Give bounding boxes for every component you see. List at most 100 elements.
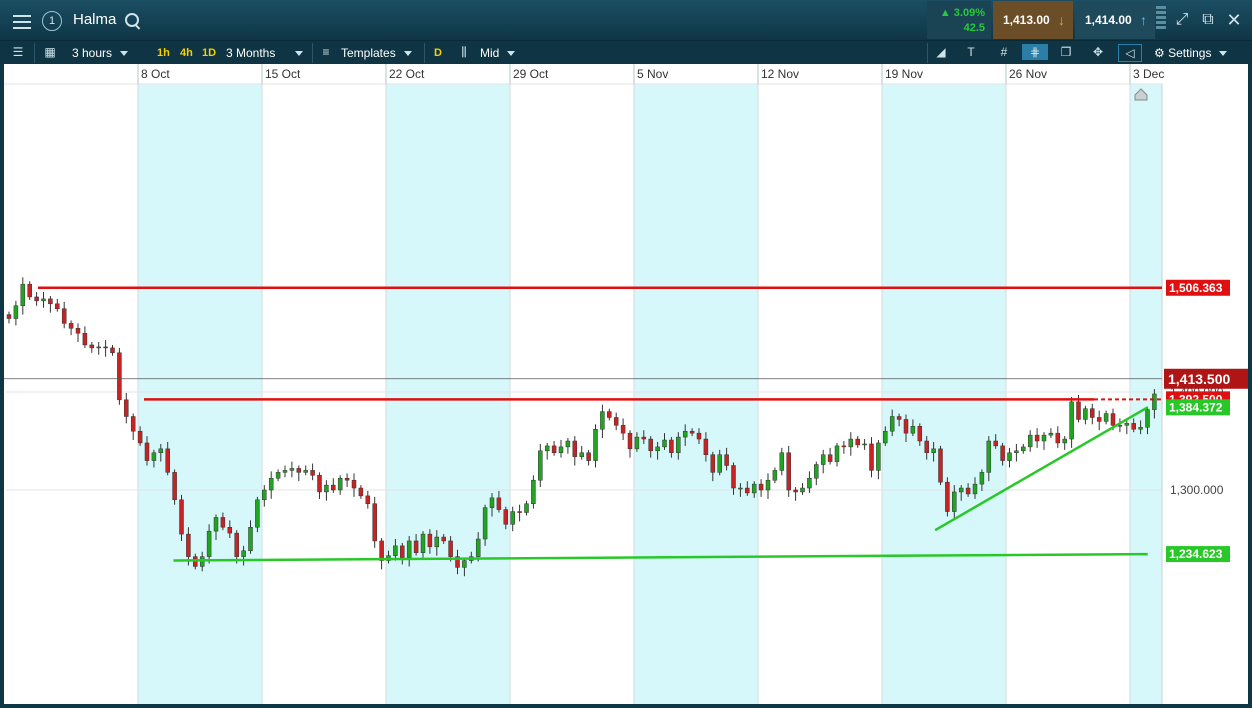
week-band bbox=[138, 84, 262, 704]
candle-body bbox=[1041, 434, 1047, 442]
date-label: 19 Nov bbox=[885, 67, 923, 81]
candle-body bbox=[613, 417, 619, 426]
candle-body bbox=[413, 540, 419, 553]
candle-body bbox=[696, 432, 702, 440]
candle-body bbox=[586, 452, 591, 461]
candle-body bbox=[179, 499, 184, 535]
layout-grid-icon[interactable]: ▦ bbox=[42, 44, 58, 60]
draw-line-icon[interactable]: ◢ bbox=[933, 44, 949, 60]
price-axis-label: 1,300.000 bbox=[1170, 483, 1224, 497]
candle-body bbox=[648, 438, 653, 452]
candle-body bbox=[1069, 401, 1074, 440]
layers-icon[interactable]: ❐ bbox=[1058, 44, 1074, 60]
candle-body bbox=[572, 440, 578, 457]
candle-body bbox=[1000, 445, 1005, 461]
date-label: 3 Dec bbox=[1133, 67, 1164, 81]
price-type-dropdown[interactable]: Mid bbox=[480, 41, 516, 65]
candle-body bbox=[268, 477, 274, 491]
candle-body bbox=[344, 477, 350, 481]
candle-body bbox=[731, 465, 736, 489]
tag-icon[interactable]: ◁ bbox=[1118, 44, 1142, 62]
candle-body bbox=[986, 440, 992, 473]
popout-icon[interactable]: ⧉ bbox=[1198, 0, 1218, 40]
candle-body bbox=[558, 446, 564, 454]
week-band bbox=[634, 84, 758, 704]
candle-body bbox=[393, 545, 398, 556]
range-label: 3 Months bbox=[226, 46, 276, 60]
market-depth-icon[interactable] bbox=[1156, 6, 1166, 34]
candle-body bbox=[689, 430, 695, 434]
candle-body bbox=[1131, 423, 1136, 430]
chevron-down-icon bbox=[1219, 51, 1228, 57]
timeframe-1h[interactable]: 1h bbox=[157, 41, 170, 65]
expand-icon[interactable]: ⤢ bbox=[1172, 0, 1192, 40]
d-badge[interactable]: D bbox=[434, 41, 442, 65]
sell-price-button[interactable]: 1,413.00 ↓ bbox=[993, 1, 1073, 39]
candle-body bbox=[482, 507, 488, 540]
date-label: 26 Nov bbox=[1009, 67, 1047, 81]
range-dropdown[interactable]: 3 Months bbox=[226, 41, 304, 65]
date-label: 12 Nov bbox=[761, 67, 799, 81]
chart-toolbar: ☰ ▦ 3 hours 1h 4h 1D 3 Months ≡ Template… bbox=[0, 40, 1252, 65]
candle-body bbox=[979, 472, 985, 485]
candle-body bbox=[634, 436, 640, 450]
buy-price: 1,414.00 bbox=[1085, 13, 1132, 27]
candle-body bbox=[20, 283, 26, 307]
templates-label: Templates bbox=[341, 46, 396, 60]
instrument-header: 1 Halma ▲ 3.09% 42.5 1,413.00 ↓ 1,414.00… bbox=[0, 0, 1252, 40]
search-icon[interactable] bbox=[125, 13, 139, 27]
candle-body bbox=[55, 303, 60, 309]
candlestick-icon[interactable]: ⫼ bbox=[456, 44, 472, 60]
candle-body bbox=[620, 425, 626, 434]
price-chart[interactable]: 8 Oct 15 Oct 22 Oct 29 Oct 5 Nov 12 Nov 19 Nov… bbox=[4, 64, 1248, 704]
candle-body bbox=[524, 503, 529, 513]
chevron-down-icon bbox=[403, 51, 412, 57]
candle-body bbox=[758, 483, 764, 491]
candle-body bbox=[68, 323, 74, 329]
candle-body bbox=[1062, 438, 1067, 444]
buy-price-button[interactable]: 1,414.00 ↑ bbox=[1075, 1, 1155, 39]
candle-body bbox=[1110, 413, 1116, 426]
candle-body bbox=[296, 468, 302, 473]
sell-price: 1,413.00 bbox=[1003, 13, 1050, 27]
candle-body bbox=[965, 487, 971, 495]
templates-dropdown[interactable]: Templates bbox=[341, 41, 412, 65]
grid-icon[interactable]: # bbox=[996, 44, 1012, 60]
candle-body bbox=[510, 511, 515, 525]
candle-body bbox=[358, 487, 364, 497]
timeframe-1d[interactable]: 1D bbox=[202, 41, 216, 65]
candle-body bbox=[137, 430, 143, 444]
chart-canvas: 8 Oct 15 Oct 22 Oct 29 Oct 5 Nov 12 Nov 19 Nov… bbox=[4, 64, 1248, 704]
candle-body bbox=[6, 314, 12, 319]
candle-body bbox=[869, 443, 874, 471]
date-label: 22 Oct bbox=[389, 67, 425, 81]
timeframe-4h[interactable]: 4h bbox=[180, 41, 193, 65]
candle-body bbox=[124, 399, 129, 417]
arrow-up-icon: ↑ bbox=[1140, 12, 1147, 28]
crosshair-grid-icon[interactable]: ⋕ bbox=[1022, 44, 1048, 60]
candle-body bbox=[165, 448, 170, 473]
candle-body bbox=[206, 530, 212, 557]
crosshair-icon[interactable]: ✥ bbox=[1090, 44, 1106, 60]
templates-icon[interactable]: ≡ bbox=[318, 44, 334, 60]
candle-body bbox=[475, 538, 481, 557]
list-icon[interactable]: ☰ bbox=[10, 44, 26, 60]
candle-body bbox=[745, 487, 750, 494]
candle-body bbox=[814, 464, 819, 479]
interval-dropdown[interactable]: 3 hours bbox=[72, 41, 129, 65]
candle-body bbox=[883, 430, 888, 444]
candle-body bbox=[151, 452, 157, 461]
text-tool-icon[interactable]: T bbox=[963, 44, 979, 60]
candle-body bbox=[1007, 452, 1012, 461]
close-icon[interactable]: ✕ bbox=[1224, 0, 1244, 40]
hamburger-menu-icon[interactable] bbox=[8, 0, 36, 40]
interval-label: 3 hours bbox=[72, 46, 113, 60]
settings-button[interactable]: ⚙ Settings bbox=[1154, 41, 1228, 65]
candle-body bbox=[579, 452, 584, 457]
change-percent: ▲ 3.09% bbox=[939, 7, 985, 19]
candle-body bbox=[938, 448, 943, 483]
candle-body bbox=[531, 479, 536, 504]
trendline-tag-label: 1,234.623 bbox=[1169, 547, 1223, 561]
candle-body bbox=[331, 484, 336, 491]
account-badge[interactable]: 1 bbox=[42, 11, 62, 31]
